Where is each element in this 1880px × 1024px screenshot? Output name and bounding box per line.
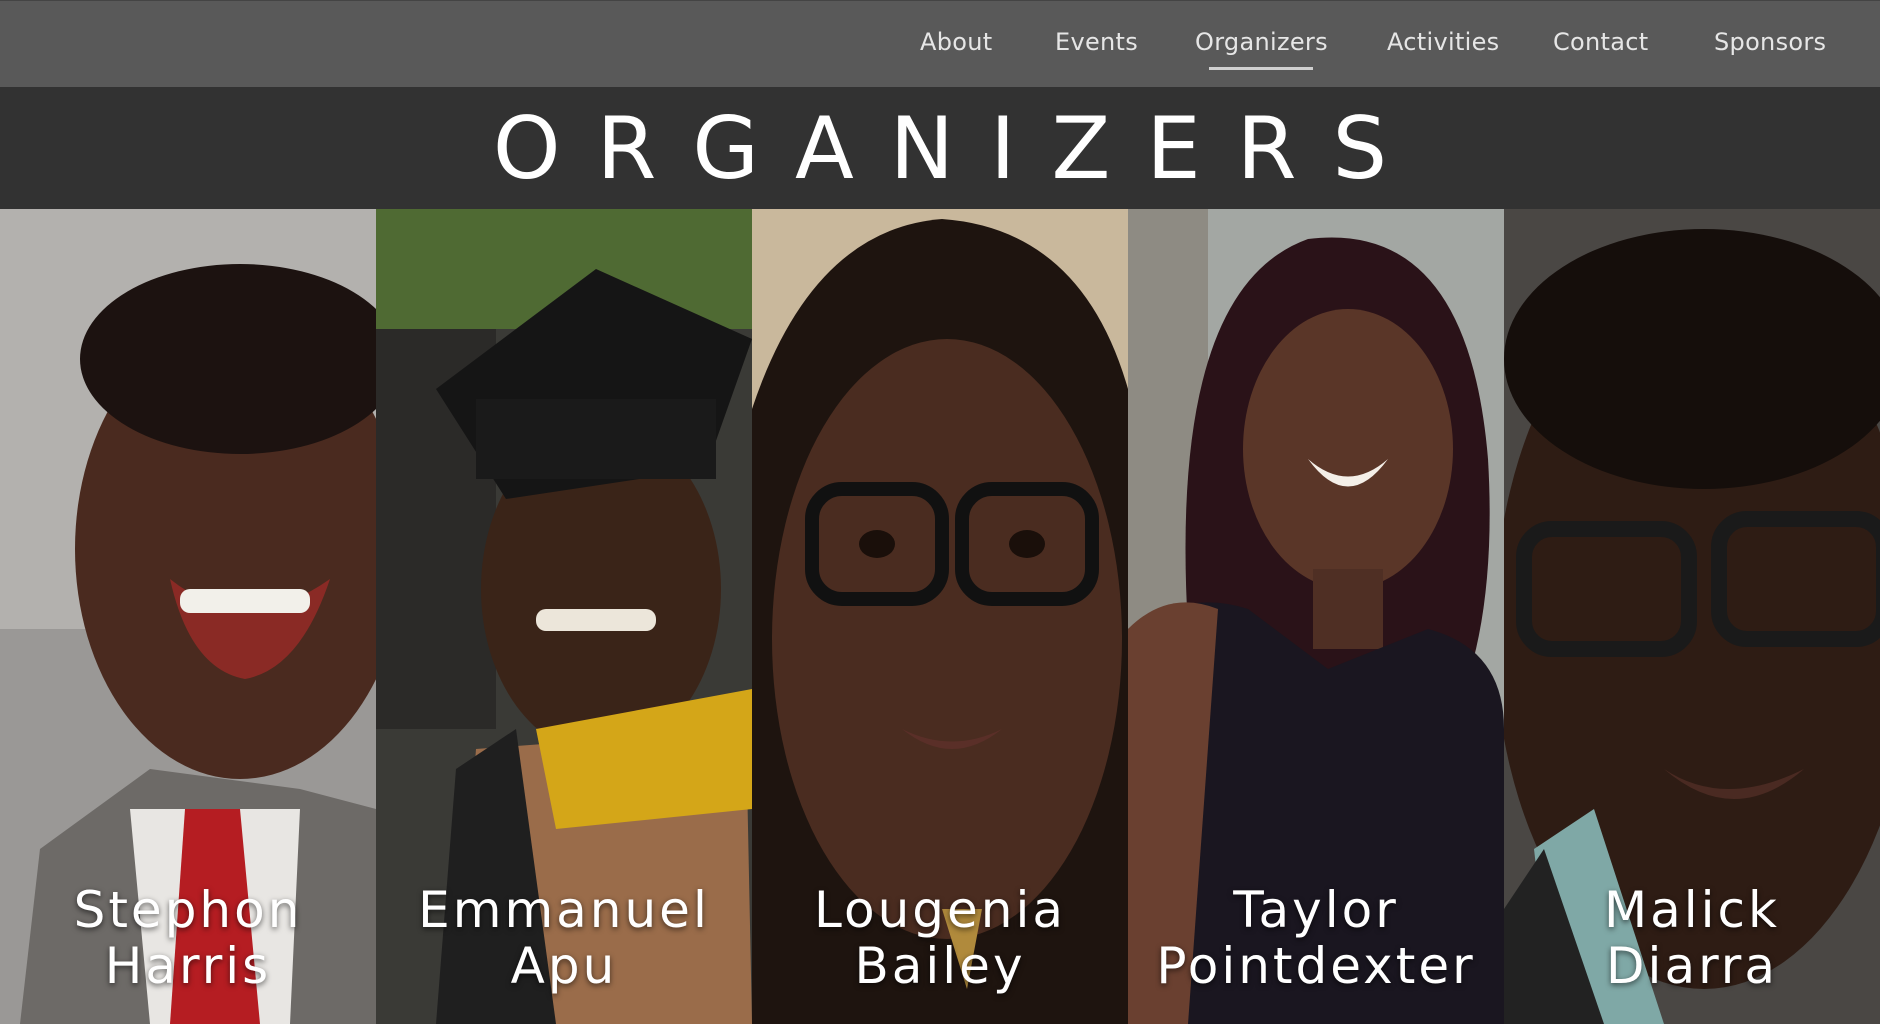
- organizer-card-5[interactable]: Malick Diarra: [1504, 209, 1880, 1024]
- nav-item-sponsors[interactable]: Sponsors: [1714, 28, 1826, 56]
- organizer-name-2: Emmanuel Apu: [418, 881, 710, 995]
- organizer-card-4[interactable]: Taylor Pointdexter: [1128, 209, 1504, 1024]
- organizer-name-4: Taylor Pointdexter: [1156, 881, 1476, 995]
- organizer-card-3[interactable]: Lougenia Bailey: [752, 209, 1128, 1024]
- organizer-name-1: Stephon Harris: [73, 881, 303, 995]
- top-navigation-bar: About Events Organizers Activities Conta…: [0, 0, 1880, 87]
- organizers-gallery: Stephon Harris Emmanuel Apu Lougenia Bai…: [0, 209, 1880, 1024]
- main-nav: About Events Organizers Activities Conta…: [0, 1, 1880, 88]
- nav-item-about[interactable]: About: [920, 28, 992, 56]
- organizer-card-2[interactable]: Emmanuel Apu: [376, 209, 752, 1024]
- organizer-name-3: Lougenia Bailey: [814, 881, 1066, 995]
- nav-item-organizers[interactable]: Organizers: [1195, 28, 1328, 56]
- nav-item-contact[interactable]: Contact: [1553, 28, 1648, 56]
- active-nav-indicator: [1209, 67, 1313, 70]
- page-title-banner: ORGANIZERS: [0, 87, 1880, 209]
- organizer-name-5: Malick Diarra: [1603, 881, 1780, 995]
- nav-item-events[interactable]: Events: [1055, 28, 1138, 56]
- page-title: ORGANIZERS: [492, 99, 1424, 199]
- organizer-card-1[interactable]: Stephon Harris: [0, 209, 376, 1024]
- nav-item-activities[interactable]: Activities: [1387, 28, 1500, 56]
